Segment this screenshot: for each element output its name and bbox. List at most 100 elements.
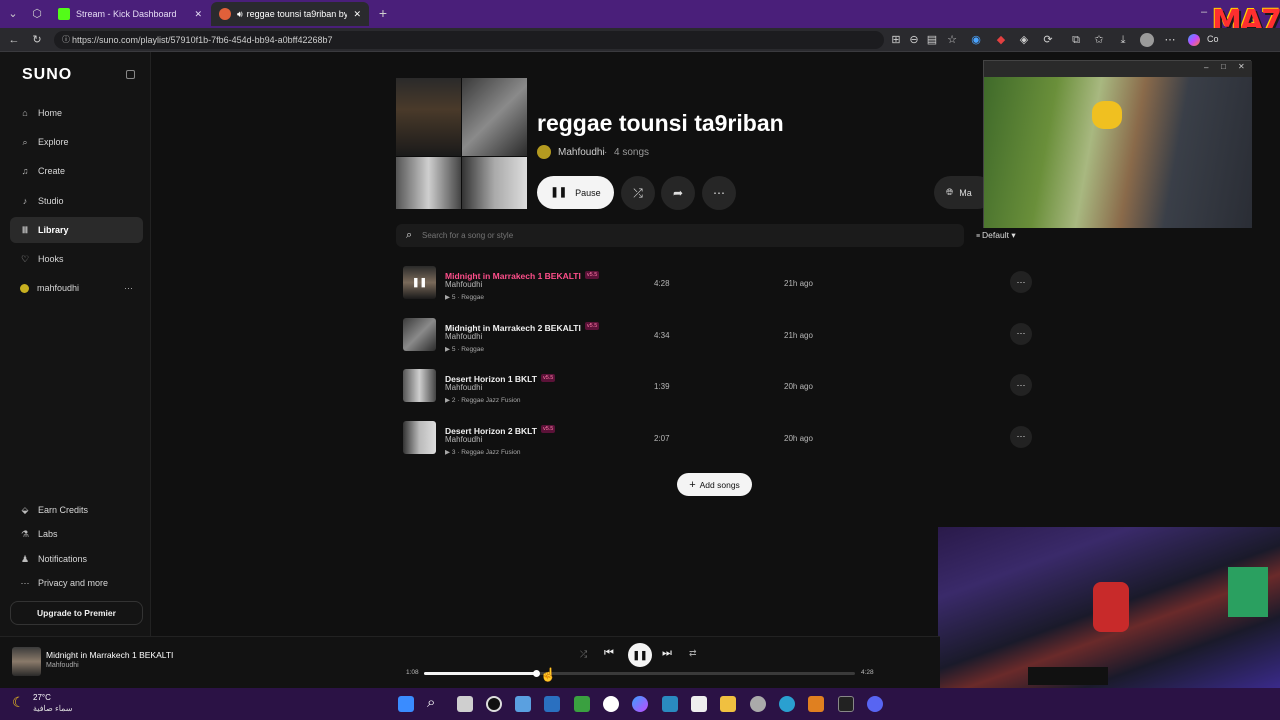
owner-avatar[interactable] — [537, 145, 551, 159]
song-row[interactable]: Desert Horizon 1 BKLT v5.5 Mahfoudhi ▶ 2 … — [396, 365, 1036, 409]
copilot-icon[interactable] — [632, 696, 648, 712]
add-songs-button[interactable]: + Add songs — [677, 473, 752, 496]
copilot-icon[interactable] — [1188, 34, 1200, 46]
discord-icon[interactable] — [867, 696, 883, 712]
close-tab-icon[interactable]: ✕ — [353, 9, 361, 20]
previous-icon[interactable]: ⏮︎ — [604, 647, 614, 660]
tab-list-icon[interactable]: ⌄ — [7, 8, 19, 20]
extension-icon[interactable]: ◈ — [1018, 34, 1030, 46]
url-field[interactable]: https://suno.com/playlist/57910f1b-7fb6-… — [54, 31, 884, 49]
file-explorer-icon[interactable] — [720, 696, 736, 712]
play-pause-button[interactable]: ❚❚ — [628, 643, 652, 667]
song-style[interactable]: Reggae Jazz Fusion — [461, 397, 520, 404]
extension-icon[interactable]: ◉ — [970, 34, 982, 46]
network-app-icon[interactable] — [544, 696, 560, 712]
song-artist[interactable]: Mahfoudhi — [445, 280, 482, 289]
settings-icon[interactable] — [750, 696, 766, 712]
song-style[interactable]: Reggae — [461, 294, 484, 301]
more-menu-icon[interactable]: ⋯ — [1164, 34, 1176, 46]
repeat-icon[interactable]: ⇄ — [689, 648, 697, 659]
song-artist[interactable]: Mahfoudhi — [445, 332, 482, 341]
new-tab-icon[interactable]: + — [377, 6, 389, 20]
song-thumbnail[interactable] — [403, 317, 436, 351]
song-artist[interactable]: Mahfoudhi — [445, 383, 482, 392]
song-more-button[interactable]: ⋯ — [1010, 322, 1032, 345]
terminal-icon[interactable] — [838, 696, 854, 712]
search-input[interactable] — [422, 228, 942, 243]
minimize-window-icon[interactable]: – — [1198, 6, 1210, 18]
sort-dropdown[interactable]: ≡ Default ▾ — [976, 230, 1016, 241]
now-playing-title[interactable]: Midnight in Marrakech 1 BEKALTI — [46, 650, 173, 660]
shuffle-icon[interactable]: ⤮ — [580, 649, 587, 660]
song-search[interactable]: ⌕ — [396, 224, 964, 247]
more-options-icon[interactable]: ⋯ — [124, 283, 133, 294]
task-view-icon[interactable] — [457, 696, 473, 712]
reader-icon[interactable]: ▤ — [926, 34, 938, 46]
song-more-button[interactable]: ⋯ — [1010, 271, 1032, 293]
next-icon[interactable]: ⏭︎ — [662, 647, 672, 660]
downloads-icon[interactable]: ⤓ — [1117, 34, 1129, 46]
windows-start-icon[interactable] — [398, 696, 414, 712]
edge-browser-icon[interactable] — [779, 696, 795, 712]
tab-kick-dashboard[interactable]: Stream - Kick Dashboard ✕ — [50, 2, 210, 26]
refresh-icon[interactable]: ↻ — [31, 34, 43, 46]
fl-studio-icon[interactable] — [808, 696, 824, 712]
zoom-icon[interactable]: ⊖ — [908, 34, 920, 46]
song-row[interactable]: Desert Horizon 2 BKLT v5.5 Mahfoudhi ▶ 3 … — [396, 417, 1036, 461]
back-icon[interactable]: ← — [8, 34, 20, 46]
now-playing-artist[interactable]: Mahfoudhi — [46, 662, 79, 669]
tab-suno-playlist[interactable]: 🔊︎ reggae tounsi ta9riban by @m ✕ — [211, 2, 369, 26]
app-icon[interactable] — [515, 696, 531, 712]
favorite-star-icon[interactable]: ☆ — [946, 34, 958, 46]
share-button[interactable]: ➦ — [661, 176, 695, 210]
minimize-icon[interactable]: – — [1204, 63, 1208, 72]
sidebar-item-notifications[interactable]: ♟ Notifications — [10, 546, 143, 572]
profile-avatar[interactable] — [1140, 33, 1154, 47]
owner-name[interactable]: Mahfoudhi — [558, 147, 605, 158]
sidebar-item-labs[interactable]: ⚗ Labs — [10, 521, 143, 547]
obs-icon[interactable] — [486, 696, 502, 712]
song-thumbnail[interactable]: ❚❚ — [403, 266, 436, 299]
app-icon[interactable] — [662, 696, 678, 712]
app-icon[interactable] — [691, 696, 707, 712]
android-app-icon[interactable] — [574, 696, 590, 712]
collapse-sidebar-icon[interactable] — [126, 70, 135, 79]
song-more-button[interactable]: ⋯ — [1010, 374, 1032, 396]
sidebar-item-home[interactable]: ⌂ Home — [10, 100, 143, 126]
maximize-icon[interactable]: □ — [1221, 62, 1226, 71]
song-style[interactable]: Reggae — [461, 346, 484, 353]
workspaces-icon[interactable]: ⬡ — [31, 8, 43, 20]
song-row[interactable]: ❚❚ Midnight in Marrakech 1 BEKALTI v5.5 M… — [396, 262, 1036, 306]
search-icon[interactable]: ⌕ — [427, 694, 435, 711]
site-info-icon[interactable]: ⓘ — [60, 34, 72, 46]
sidebar-item-studio[interactable]: ♪ Studio — [10, 188, 143, 214]
sidebar-item-hooks[interactable]: ♡ Hooks — [10, 246, 143, 272]
sidebar-item-profile[interactable]: mahfoudhi ⋯ — [10, 275, 143, 301]
pause-button[interactable]: ❚❚ Pause — [537, 176, 614, 209]
shuffle-button[interactable]: ⤮ — [621, 176, 655, 210]
app-icon[interactable] — [603, 696, 619, 712]
extension-icon[interactable]: ◆ — [995, 34, 1007, 46]
moon-weather-icon[interactable]: ☾ — [12, 694, 25, 711]
now-playing-cover[interactable] — [12, 647, 41, 676]
song-row[interactable]: Midnight in Marrakech 2 BEKALTI v5.5 Mahf… — [396, 314, 1036, 358]
more-options-button[interactable]: ⋯ — [702, 176, 736, 210]
sidebar-item-explore[interactable]: ⌕ Explore — [10, 129, 143, 155]
speaker-icon[interactable]: 🔊︎ — [237, 9, 243, 20]
progress-track[interactable] — [424, 670, 855, 677]
sidebar-item-earn-credits[interactable]: ⬙ Earn Credits — [10, 497, 143, 523]
sidebar-item-library[interactable]: Ⅲ Library — [10, 217, 143, 243]
app-available-icon[interactable]: ⊞ — [890, 34, 902, 46]
upgrade-button[interactable]: Upgrade to Premier — [10, 601, 143, 625]
song-more-button[interactable]: ⋯ — [1010, 425, 1032, 448]
favorites-icon[interactable]: ✩ — [1093, 34, 1105, 46]
close-icon[interactable]: ✕ — [1238, 62, 1245, 71]
progress-handle[interactable] — [533, 670, 541, 677]
suno-logo[interactable]: SUNO — [22, 66, 72, 84]
song-thumbnail[interactable] — [403, 369, 436, 402]
split-screen-icon[interactable]: ⧉ — [1070, 34, 1082, 46]
song-artist[interactable]: Mahfoudhi — [445, 435, 482, 444]
sidebar-item-privacy[interactable]: ⋯ Privacy and more — [10, 570, 143, 596]
extensions-puzzle-icon[interactable]: ⟳ — [1042, 34, 1054, 46]
close-tab-icon[interactable]: ✕ — [194, 9, 202, 20]
